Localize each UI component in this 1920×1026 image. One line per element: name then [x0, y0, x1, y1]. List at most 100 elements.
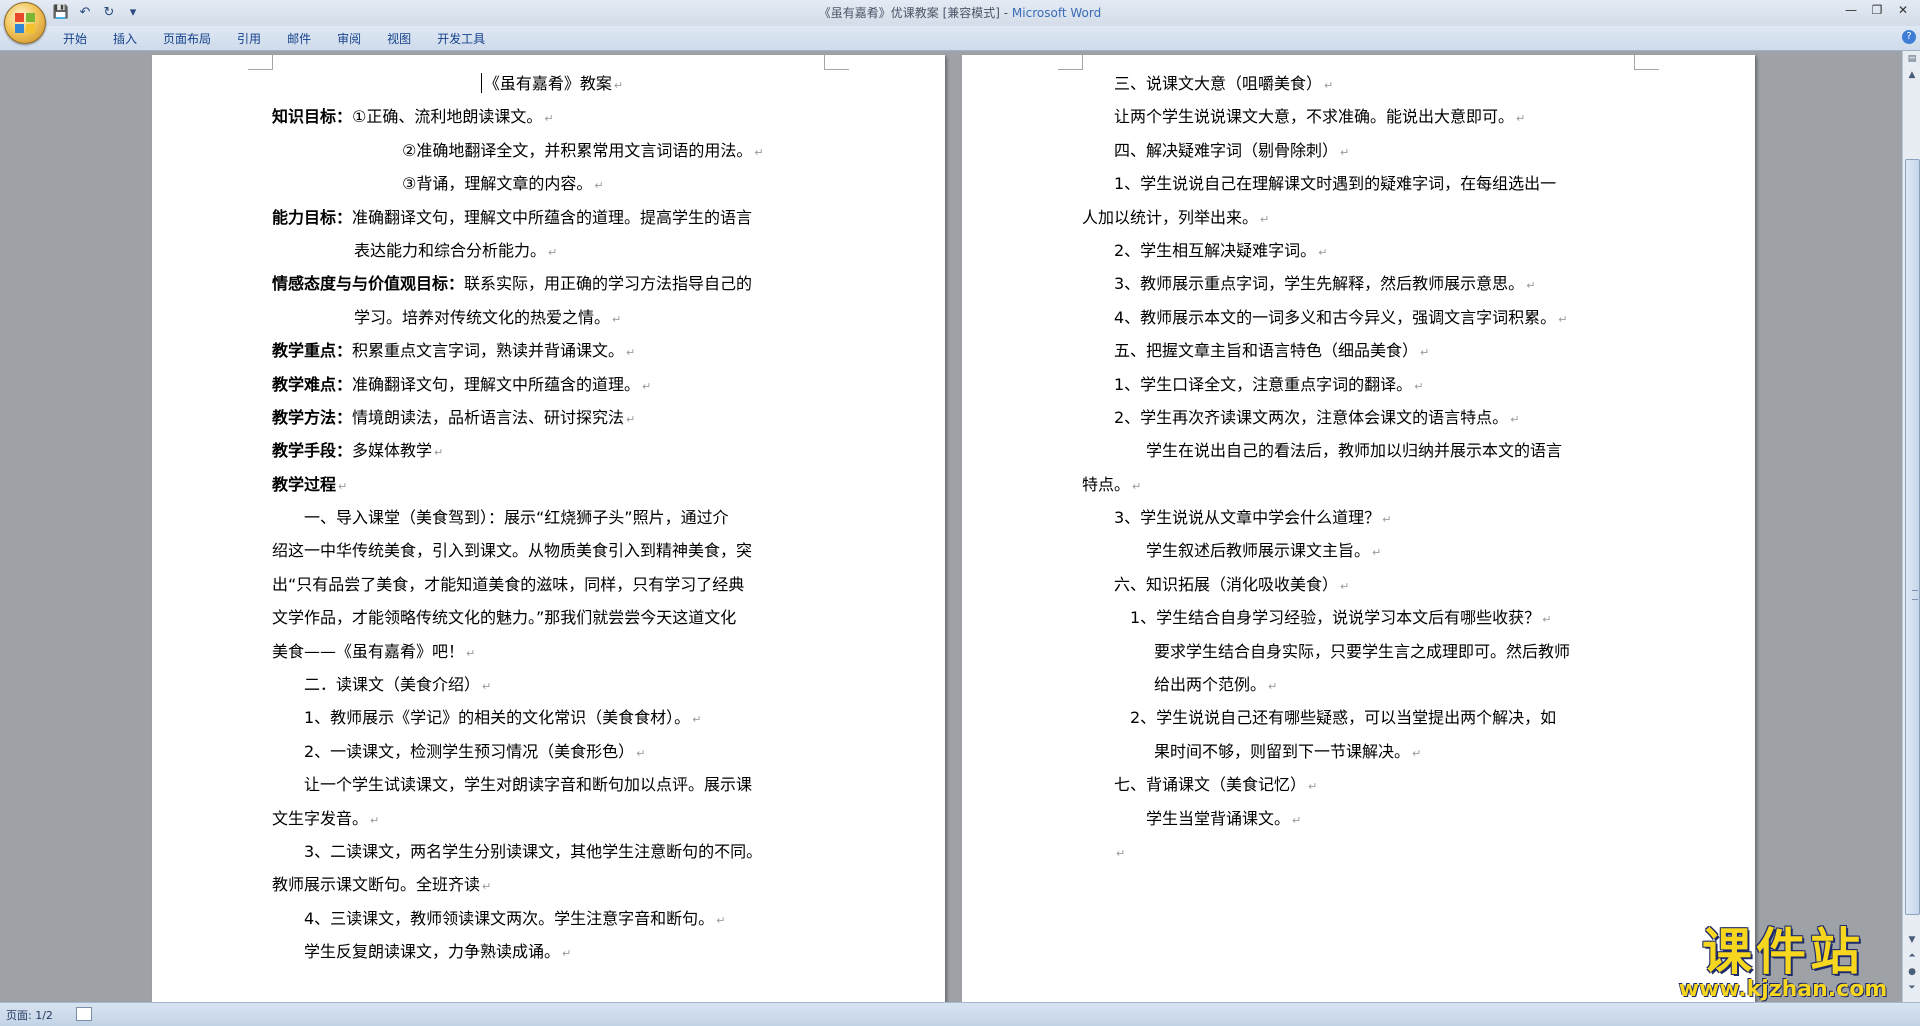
paragraph-line: 人加以统计，列举出来。 ↵: [1082, 201, 1642, 234]
paragraph-text: 让两个学生说说课文大意，不求准确。能说出大意即可。: [1114, 107, 1515, 127]
paragraph-line: 学生当堂背诵课文。 ↵: [1082, 802, 1642, 835]
watermark-logo: 课件站 www.kjzhan.com: [1668, 925, 1898, 1001]
field-text: 准确翻译文句，理解文中所蕴含的道理。: [352, 374, 641, 394]
paragraph-text: 3、学生说说从文章中学会什么道理？: [1114, 508, 1381, 528]
field-text: 一、导入课堂（美食驾到）：展示“红烧狮子头”照片，通过介: [304, 508, 729, 528]
paragraph-text: 学生叙述后教师展示课文主旨。: [1146, 541, 1371, 561]
ruler-toggle-icon[interactable]: ▤: [1903, 51, 1920, 67]
paragraph-mark: ↵: [626, 346, 636, 360]
field-label: 教学手段：: [272, 441, 353, 461]
scroll-thumb[interactable]: [1905, 159, 1920, 915]
paragraph-line: 美食——《虽有嘉肴》吧！ ↵: [272, 635, 832, 668]
tab-4[interactable]: 邮件: [274, 29, 324, 49]
field-text: 准确翻译文句，理解文中所蕴含的道理。提高学生的语言: [352, 207, 753, 227]
scroll-down-icon[interactable]: ▼: [1903, 932, 1920, 948]
minimize-button[interactable]: —: [1838, 0, 1864, 22]
paragraph-line: ↵: [1082, 835, 1642, 868]
page-2[interactable]: 三、说课文大意（咀嚼美食） ↵ 让两个学生说说课文大意，不求准确。能说出大意即可。 ↵…: [962, 55, 1755, 1002]
paragraph-text: 学生当堂背诵课文。: [1146, 808, 1291, 828]
paragraph-line: 知识目标：①正确、流利地朗读课文。 ↵: [272, 100, 832, 133]
field-text: ②准确地翻译全文，并积累常用文言词语的用法。: [402, 140, 753, 160]
field-text: 学生反复朗读课文，力争熟读成诵。: [304, 942, 561, 962]
window-controls: — ❐ ✕: [1838, 0, 1916, 22]
paragraph-mark: ↵: [544, 112, 554, 126]
tab-1[interactable]: 插入: [100, 29, 150, 49]
paragraph-line: 1、教师展示《学记》的相关的文化常识（美食食材）。 ↵: [272, 701, 832, 734]
paragraph-line: 给出两个范例。 ↵: [1082, 668, 1642, 701]
paragraph-line: 五、把握文章主旨和语言特色（细品美食） ↵: [1082, 334, 1642, 367]
paragraph-mark: ↵: [1558, 312, 1568, 326]
page-indicator[interactable]: 页面: 1/2: [6, 1007, 53, 1023]
paragraph-mark: ↵: [626, 412, 636, 426]
field-text: 4、三读课文，教师领读课文两次。学生注意字音和断句。: [304, 908, 715, 928]
field-text: ①正确、流利地朗读课文。: [352, 107, 543, 127]
maximize-button[interactable]: ❐: [1864, 0, 1890, 22]
paragraph-text: 学生在说出自己的看法后，教师加以归纳并展示本文的语言: [1146, 441, 1563, 461]
tab-5[interactable]: 审阅: [324, 29, 374, 49]
paragraph-mark: ↵: [1516, 112, 1526, 126]
paragraph-line: 学习。培养对传统文化的热爱之情。 ↵: [272, 301, 832, 334]
paragraph-line: 七、背诵课文（美食记忆） ↵: [1082, 768, 1642, 801]
field-label: 教学重点：: [272, 341, 353, 361]
paragraph-mark: ↵: [636, 746, 646, 760]
paragraph-mark: ↵: [1318, 245, 1328, 259]
next-page-icon[interactable]: ⏷: [1903, 980, 1920, 996]
paragraph-line: 4、三读课文，教师领读课文两次。学生注意字音和断句。 ↵: [272, 902, 832, 935]
field-text: 出“只有品尝了美食，才能知道美食的滋味，同样，只有学习了经典: [272, 574, 745, 594]
paragraph-text: 六、知识拓展（消化吸收美食）: [1114, 574, 1339, 594]
paragraph-line: 让一个学生试读课文，学生对朗读字音和断句加以点评。展示课: [272, 768, 832, 801]
ribbon-tabs: 开始 插入 页面布局 引用 邮件 审阅 视图 开发工具 ?: [0, 26, 1920, 51]
field-text: 表达能力和综合分析能力。: [354, 240, 547, 260]
paragraph-line: 教师展示课文断句。全班齐读 ↵: [272, 868, 832, 901]
paragraph-line: 要求学生结合自身实际，只要学生言之成理即可。然后教师: [1082, 635, 1642, 668]
paragraph-line: 3、教师展示重点字词，学生先解释，然后教师展示意思。 ↵: [1082, 267, 1642, 300]
tab-7[interactable]: 开发工具: [424, 29, 498, 49]
paragraph-line: 文学作品，才能领略传统文化的魅力。”那我们就尝尝今天这道文化: [272, 601, 832, 634]
paragraph-mark: ↵: [434, 446, 444, 460]
previous-page-icon[interactable]: ⏶: [1903, 948, 1920, 964]
proofing-icon[interactable]: [76, 1007, 92, 1021]
paragraph-text: 特点。: [1082, 474, 1131, 494]
browse-object-icon[interactable]: ●: [1903, 964, 1920, 980]
vertical-scrollbar[interactable]: ▤ ▲ ▼ ⏶ ● ⏷: [1902, 51, 1920, 1002]
paragraph-line: 一、导入课堂（美食驾到）：展示“红烧狮子头”照片，通过介: [272, 501, 832, 534]
paragraph-mark: ↵: [1372, 546, 1382, 560]
paragraph-line: 三、说课文大意（咀嚼美食） ↵: [1082, 67, 1642, 100]
paragraph-mark: ↵: [466, 646, 476, 660]
paragraph-line: 教学手段：多媒体教学 ↵: [272, 434, 832, 467]
field-text: 学习。培养对传统文化的热爱之情。: [354, 307, 611, 327]
paragraph-line: 二．读课文（美食介绍） ↵: [272, 668, 832, 701]
document-area[interactable]: 《虽有嘉肴》教案 ↵ 知识目标：①正确、流利地朗读课文。 ↵ ②准确地翻译全文，并积累…: [0, 51, 1902, 1002]
office-button[interactable]: [4, 2, 46, 44]
status-bar: 页面: 1/2: [0, 1002, 1920, 1026]
paragraph-line: 绍这一中华传统美食，引入到课文。从物质美食引入到精神美食，突: [272, 534, 832, 567]
close-button[interactable]: ✕: [1890, 0, 1916, 22]
paragraph-line: 3、二读课文，两名学生分别读课文，其他学生注意断句的不同。: [272, 835, 832, 868]
page-1[interactable]: 《虽有嘉肴》教案 ↵ 知识目标：①正确、流利地朗读课文。 ↵ ②准确地翻译全文，并积累…: [152, 55, 945, 1002]
paragraph-text: 七、背诵课文（美食记忆）: [1114, 775, 1307, 795]
paragraph-line: 果时间不够，则留到下一节课解决。 ↵: [1082, 735, 1642, 768]
paragraph-line: 2、学生说说自己还有哪些疑惑，可以当堂提出两个解决，如: [1082, 701, 1642, 734]
field-text: 教师展示课文断句。全班齐读: [272, 875, 481, 895]
tab-3[interactable]: 引用: [224, 29, 274, 49]
tab-6[interactable]: 视图: [374, 29, 424, 49]
field-text: 1、教师展示《学记》的相关的文化常识（美食食材）。: [304, 708, 691, 728]
tab-0[interactable]: 开始: [50, 29, 100, 49]
scroll-up-icon[interactable]: ▲: [1903, 67, 1920, 83]
field-label: 知识目标：: [272, 107, 353, 127]
help-icon[interactable]: ?: [1902, 30, 1916, 44]
field-label: 教学方法：: [272, 407, 353, 427]
paragraph-mark: ↵: [613, 79, 624, 92]
paragraph-line: 教学方法：情境朗读法，品析语言法、研讨探究法 ↵: [272, 401, 832, 434]
window-title: 《虽有嘉肴》优课教案 [兼容模式] - Microsoft Word: [0, 4, 1920, 21]
paragraph-mark: ↵: [1510, 412, 1520, 426]
paragraph-text: 果时间不够，则留到下一节课解决。: [1154, 741, 1411, 761]
tab-2[interactable]: 页面布局: [150, 29, 224, 49]
paragraph-mark: ↵: [642, 379, 652, 393]
paragraph-line: 六、知识拓展（消化吸收美食） ↵: [1082, 568, 1642, 601]
paragraph-line: 2、学生再次齐读课文两次，注意体会课文的语言特点。 ↵: [1082, 401, 1642, 434]
field-text: 积累重点文言字词，熟读并背诵课文。: [352, 341, 625, 361]
paragraph-mark: ↵: [548, 245, 558, 259]
office-logo-icon: [15, 13, 35, 33]
paragraph-line: 教学过程 ↵: [272, 468, 832, 501]
